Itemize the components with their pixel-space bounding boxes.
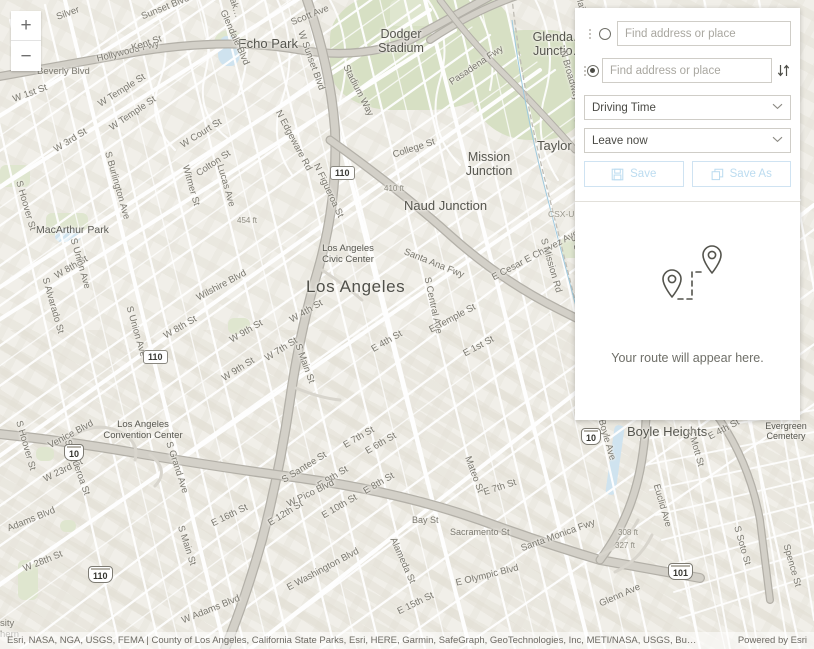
drag-handle-icon[interactable] (584, 25, 595, 43)
travel-mode-value: Driving Time (592, 101, 656, 114)
travel-mode-select-wrapper: Driving Time (584, 95, 791, 120)
directions-stop-origin[interactable] (584, 21, 791, 46)
map-shield-i-10-east: 10 (581, 428, 602, 445)
directions-panel: Driving Time Leave now (575, 8, 800, 420)
drag-handle-icon[interactable] (584, 62, 586, 80)
departure-select-wrapper: Leave now (584, 128, 791, 153)
copy-icon (711, 168, 724, 181)
save-button[interactable]: Save (584, 161, 684, 187)
directions-stop-destination[interactable] (584, 58, 791, 83)
zoom-in-button[interactable]: + (11, 11, 41, 41)
zoom-controls[interactable]: + − (11, 11, 41, 71)
route-empty-message: Your route will appear here. (611, 350, 764, 365)
attribution-sources[interactable]: Esri, NASA, NGA, USGS, FEMA | County of … (7, 635, 697, 646)
swap-stops-icon[interactable] (776, 63, 791, 78)
map-shield-us-101: 101 (668, 563, 694, 580)
origin-input[interactable] (617, 21, 791, 46)
directions-action-buttons: Save Save As (584, 161, 791, 187)
floppy-disk-icon (611, 168, 624, 181)
save-as-button[interactable]: Save As (691, 161, 791, 187)
powered-by-esri: Powered by Esri (737, 635, 807, 646)
save-as-button-label: Save As (729, 168, 772, 180)
origin-marker-icon (596, 27, 614, 40)
route-empty-state: Your route will appear here. (575, 202, 800, 420)
map-shield-i-110: 110 (88, 566, 113, 583)
departure-value: Leave now (592, 134, 648, 147)
directions-form: Driving Time Leave now (575, 8, 800, 197)
map-shield-sr-110: 110 (330, 166, 355, 180)
route-placeholder-illustration-icon (645, 242, 731, 325)
travel-mode-select[interactable]: Driving Time (584, 95, 791, 120)
map-shield-sr-110-2: 110 (143, 350, 168, 364)
map-shield-i-10: 10 (64, 444, 85, 461)
departure-select[interactable]: Leave now (584, 128, 791, 153)
map-attribution-bar: Esri, NASA, NGA, USGS, FEMA | County of … (0, 632, 814, 649)
destination-input[interactable] (602, 58, 772, 83)
save-button-label: Save (630, 168, 657, 180)
destination-marker-icon (587, 64, 599, 77)
zoom-out-button[interactable]: − (11, 41, 41, 71)
